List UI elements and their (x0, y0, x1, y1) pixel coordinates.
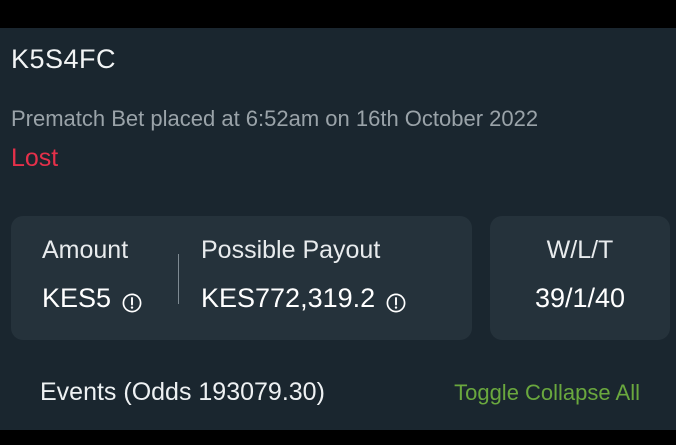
bet-placed-info: Prematch Bet placed at 6:52am on 16th Oc… (11, 106, 539, 131)
amount-section: Amount KES5 (42, 236, 142, 314)
amount-value: KES5 (42, 283, 112, 313)
status-badge: Lost (11, 144, 59, 172)
summary-divider (178, 254, 179, 304)
info-circle-icon[interactable] (386, 289, 406, 312)
amount-value-row: KES5 (42, 283, 142, 314)
wlt-section: W/L/T 39/1/40 (490, 236, 670, 314)
info-circle-icon[interactable] (122, 289, 142, 312)
payout-value-row: KES772,319.2 (201, 283, 406, 314)
bet-id: K5S4FC (11, 44, 117, 74)
events-title: Events (Odds 193079.30) (40, 378, 325, 406)
wlt-value: 39/1/40 (534, 283, 626, 313)
payout-value: KES772,319.2 (201, 283, 376, 313)
payout-section: Possible Payout KES772,319.2 (201, 236, 406, 314)
bet-details-screen: K5S4FC Prematch Bet placed at 6:52am on … (0, 28, 676, 430)
bet-summary-card: Amount KES5 Possible Payout KES772,319.2 (11, 216, 472, 340)
toggle-collapse-all-link[interactable]: Toggle Collapse All (454, 380, 640, 406)
wlt-label: W/L/T (546, 236, 614, 264)
payout-label: Possible Payout (201, 236, 381, 264)
amount-label: Amount (42, 236, 129, 264)
wlt-card: W/L/T 39/1/40 (490, 216, 670, 340)
wlt-value-row: 39/1/40 (490, 283, 670, 314)
